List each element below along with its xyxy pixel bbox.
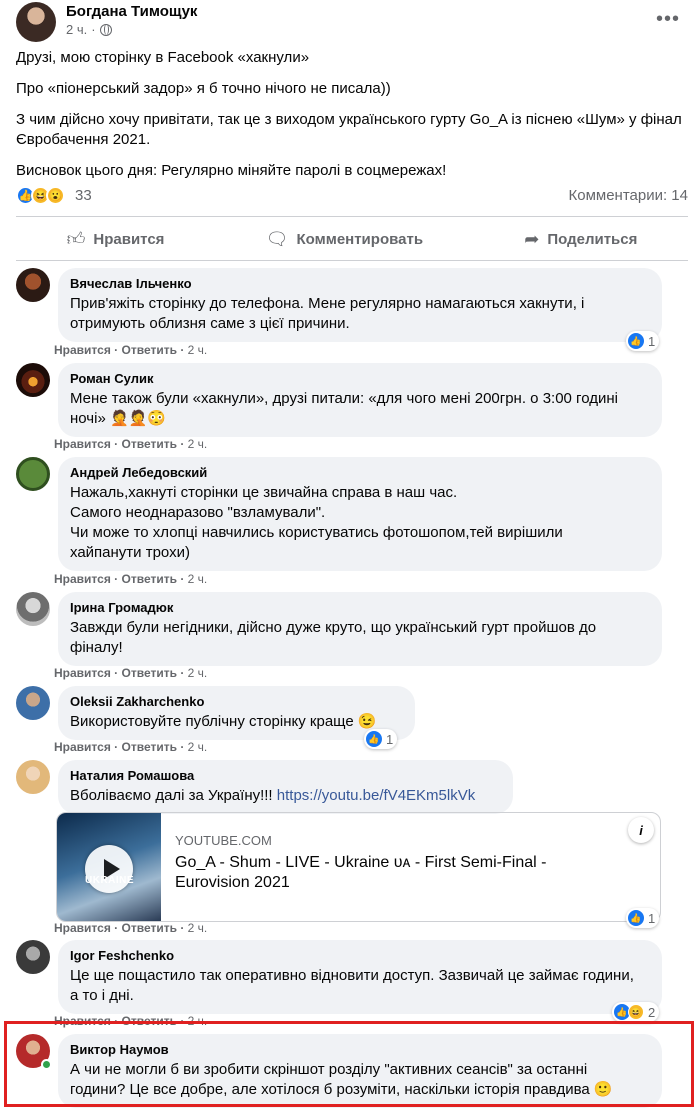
commenter-name[interactable]: Igor Feshchenko [70, 948, 650, 964]
comment-bubble: Роман Сулик Мене також були «хакнули», д… [58, 363, 662, 437]
share-button[interactable]: ➦ Поделиться [512, 223, 649, 256]
share-icon: ➦ [524, 228, 540, 249]
commenter-name[interactable]: Вячеслав Ільченко [70, 276, 650, 292]
comment-reply-link[interactable]: Ответить [122, 437, 177, 451]
post-action-bar: 👍︎ Нравится 🗨︎ Комментировать ➦ Поделиться [16, 221, 688, 257]
comment-actions: Нравится · Ответить · 2 ч. [54, 343, 208, 357]
author-name[interactable]: Богдана Тимощук [66, 2, 197, 21]
post-body: Друзі, мою сторінку в Facebook «хакнули»… [16, 48, 686, 192]
comment-actions: Нравится · Ответить · 2 ч. [54, 572, 208, 586]
comment-reaction[interactable]: 👍 😆 2 [612, 1002, 660, 1022]
highlight-annotation [4, 1021, 694, 1107]
like-reaction-icon: 👍 [366, 731, 382, 747]
comment-like-link[interactable]: Нравится [54, 572, 111, 586]
like-reaction-icon: 👍 [628, 333, 644, 349]
comment-reply-link[interactable]: Ответить [122, 572, 177, 586]
comment-icon: 🗨︎ [265, 228, 289, 249]
avatar[interactable] [16, 268, 50, 302]
comment-reaction[interactable]: 👍 1 [626, 331, 660, 351]
youtube-link[interactable]: https://youtu.be/fV4EKm5lkVk [277, 787, 475, 804]
reaction-icons[interactable]: 👍 😆 😮 33 [16, 185, 92, 205]
comment-time[interactable]: 2 ч. [188, 666, 208, 680]
like-button[interactable]: 👍︎ Нравится [55, 222, 177, 256]
post-paragraph: З чим дійсно хочу привітати, так це з ви… [16, 111, 682, 148]
comment-time[interactable]: 2 ч. [188, 572, 208, 586]
comment-bubble: Андрей Лебедовский Нажаль,хакнуті сторін… [58, 457, 662, 571]
post-paragraph: Друзі, мою сторінку в Facebook «хакнули» [16, 49, 310, 66]
thumbs-up-icon: 👍︎ [66, 229, 86, 249]
comment-actions: Нравится · Ответить · 2 ч. [54, 740, 208, 754]
preview-domain: YOUTUBE.COM [175, 833, 272, 848]
comment-like-link[interactable]: Нравится [54, 666, 111, 680]
comment-bubble: Наталия Ромашова Вболіваємо далі за Укра… [58, 760, 513, 814]
comment-reaction[interactable]: 👍 1 [364, 729, 398, 749]
comment-like-link[interactable]: Нравится [54, 437, 111, 451]
post-paragraph: Про «піонерський задор» я б точно нічого… [16, 80, 391, 97]
preview-info: YOUTUBE.COM Go_A - Shum - LIVE - Ukraine… [161, 813, 599, 921]
comment-time[interactable]: 2 ч. [188, 740, 208, 754]
post-time[interactable]: 2 ч. [66, 21, 87, 39]
comment-text: Прив'яжіть сторінку до телефона. Мене ре… [70, 295, 585, 332]
author-avatar[interactable] [16, 2, 56, 42]
comment-text: Це ще пощастило так оперативно відновити… [70, 967, 634, 1004]
comment-text: Вболіваємо далі за Україну!!! https://yo… [70, 787, 476, 804]
comment-like-link[interactable]: Нравится [54, 343, 111, 357]
comment-actions: Нравится · Ответить · 2 ч. [54, 666, 208, 680]
avatar[interactable] [16, 686, 50, 720]
commenter-name[interactable]: Андрей Лебедовский [70, 465, 650, 481]
avatar[interactable] [16, 940, 50, 974]
commenter-name[interactable]: Oleksii Zakharchenko [70, 694, 403, 710]
comment-reply-link[interactable]: Ответить [122, 921, 177, 935]
wow-reaction-icon: 😮 [46, 185, 65, 205]
comment-text: Мене також були «хакнули», друзі питали:… [70, 390, 618, 427]
more-options-button[interactable]: ••• [656, 9, 680, 29]
comments-count[interactable]: Комментарии: 14 [569, 187, 689, 204]
avatar[interactable] [16, 363, 50, 397]
divider [16, 216, 688, 217]
haha-reaction-icon: 😆 [628, 1004, 644, 1020]
preview-title[interactable]: Go_A - Shum - LIVE - Ukraine ᴜᴀ - First … [175, 853, 585, 893]
comment-time[interactable]: 2 ч. [188, 921, 208, 935]
comment-like-link[interactable]: Нравится [54, 921, 111, 935]
comment-bubble: Вячеслав Ільченко Прив'яжіть сторінку до… [58, 268, 662, 342]
commenter-name[interactable]: Ірина Громадюк [70, 600, 650, 616]
avatar[interactable] [16, 760, 50, 794]
globe-icon [99, 24, 112, 36]
divider [16, 260, 688, 261]
comment-reply-link[interactable]: Ответить [122, 666, 177, 680]
avatar[interactable] [16, 457, 50, 491]
video-thumbnail[interactable]: UKRAINE [57, 813, 161, 921]
post-header: Богдана Тимощук 2 ч. · [16, 2, 197, 42]
reactions-count[interactable]: 33 [75, 187, 92, 204]
comment-bubble: Ірина Громадюк Завжди були негідники, ді… [58, 592, 662, 666]
comment-like-link[interactable]: Нравится [54, 740, 111, 754]
comment-actions: Нравится · Ответить · 2 ч. [54, 921, 208, 935]
commenter-name[interactable]: Роман Сулик [70, 371, 650, 387]
comment-text: Завжди були негідники, дійсно дуже круто… [70, 619, 597, 656]
comment-text: Використовуйте публічну сторінку краще 😉 [70, 713, 377, 730]
post-meta: 2 ч. · [66, 21, 197, 39]
info-icon[interactable]: i [628, 817, 654, 843]
reactions-summary: 👍 😆 😮 33 Комментарии: 14 [16, 183, 688, 207]
youtube-preview-card[interactable]: UKRAINE YOUTUBE.COM Go_A - Shum - LIVE -… [56, 812, 661, 922]
comment-reaction[interactable]: 👍 1 [626, 908, 660, 928]
avatar[interactable] [16, 592, 50, 626]
comment-time[interactable]: 2 ч. [188, 437, 208, 451]
comment-text: Нажаль,хакнуті сторінки це звичайна спра… [70, 484, 563, 561]
commenter-name[interactable]: Наталия Ромашова [70, 768, 501, 784]
comment-reply-link[interactable]: Ответить [122, 343, 177, 357]
thumbnail-text: UKRAINE [85, 875, 135, 886]
like-reaction-icon: 👍 [628, 910, 644, 926]
comment-bubble: Oleksii Zakharchenko Використовуйте публ… [58, 686, 415, 740]
comment-reply-link[interactable]: Ответить [122, 740, 177, 754]
comment-actions: Нравится · Ответить · 2 ч. [54, 437, 208, 451]
comment-button[interactable]: 🗨︎ Комментировать [254, 223, 435, 256]
comment-bubble: Igor Feshchenko Це ще пощастило так опер… [58, 940, 662, 1014]
comment-time[interactable]: 2 ч. [188, 343, 208, 357]
post-paragraph: Висновок цього дня: Регулярно міняйте па… [16, 162, 447, 179]
